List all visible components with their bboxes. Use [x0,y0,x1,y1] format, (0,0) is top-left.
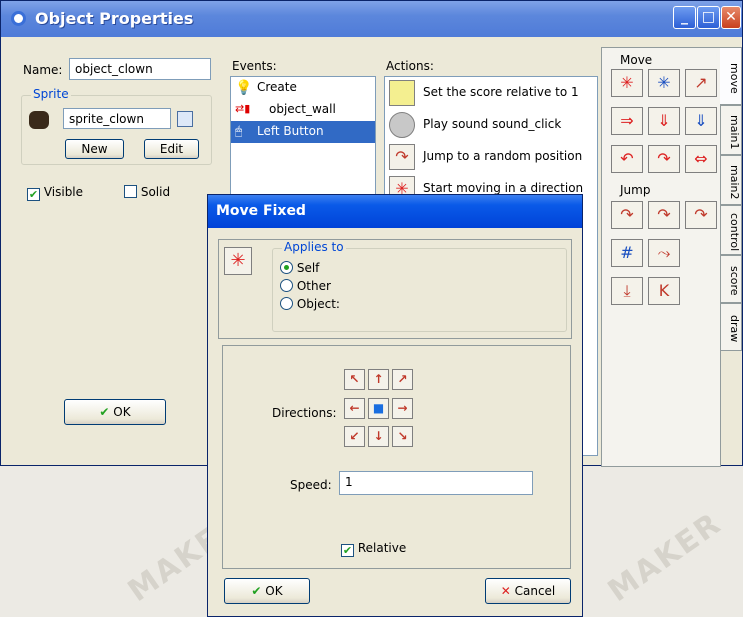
jump-random-icon: ↷ [389,144,415,170]
move-free-icon[interactable]: ✳ [648,69,680,97]
mouse-icon: 🖱 [235,124,243,138]
applies-other-radio[interactable]: Other [280,279,331,293]
move-fixed-icon[interactable]: ✳ [611,69,643,97]
bounce-icon[interactable]: K [648,277,680,305]
window-title: Object Properties [35,9,194,28]
dir-right-icon[interactable]: → [392,398,413,419]
dir-up-left-icon[interactable]: ↖ [344,369,365,390]
move-fixed-action-icon: ✳ [224,247,252,275]
sprite-menu-icon[interactable] [177,111,193,127]
directions-label: Directions: [272,406,337,420]
gravity-icon[interactable]: ⇓ [685,107,717,135]
window-titlebar[interactable]: Object Properties _ □ ✕ [1,1,742,37]
visible-checkbox[interactable]: ✔ Visible [27,185,83,201]
snap-grid-icon[interactable]: # [611,239,643,267]
jump-start-icon[interactable]: ↷ [648,201,680,229]
dialog-ok-check-icon: ✔ [251,584,262,598]
dir-stop-icon[interactable]: ■ [368,398,389,419]
dialog-ok-label: OK [265,584,283,598]
dir-down-icon[interactable]: ↓ [368,426,389,447]
reverse-vertical-icon[interactable]: ↷ [648,145,680,173]
event-left-button[interactable]: 🖱 Left Button [231,121,375,143]
dialog-title: Move Fixed [216,203,306,219]
dir-down-right-icon[interactable]: ↘ [392,426,413,447]
reverse-horizontal-icon[interactable]: ↶ [611,145,643,173]
palette-jump-label: Jump [618,183,653,197]
event-create[interactable]: 💡 Create [231,77,375,99]
jump-position-icon[interactable]: ↷ [611,201,643,229]
name-field[interactable]: object_clown [69,58,211,80]
events-header: Events: [232,59,277,73]
minimize-icon[interactable]: _ [673,6,696,29]
speaker-icon [389,112,415,138]
applies-object-radio[interactable]: Object: [280,297,340,311]
wrap-icon[interactable]: ⤳ [648,239,680,267]
radio-self-icon[interactable] [280,261,293,274]
dialog-cancel-label: Cancel [514,584,556,598]
radio-other-icon[interactable] [280,279,293,292]
visible-check-icon[interactable]: ✔ [27,188,40,201]
app-icon [11,11,26,26]
applies-to-label: Applies to [282,240,346,254]
dialog-cancel-button[interactable]: ✕ Cancel [485,578,571,604]
jump-random-palette-icon[interactable]: ↷ [685,201,717,229]
close-icon[interactable]: ✕ [721,6,741,29]
lightbulb-icon: 💡 [235,80,253,96]
dialog-ok-button[interactable]: ✔ OK [224,578,310,604]
palette-move-label: Move [618,53,655,67]
solid-check-icon[interactable] [124,185,137,198]
dir-up-icon[interactable]: ↑ [368,369,389,390]
name-label: Name: [23,63,63,77]
collision-icon: ⇄▮ [235,102,251,115]
friction-icon[interactable]: ⇔ [685,145,717,173]
sprite-group-title: Sprite [31,87,71,101]
speed-horizontal-icon[interactable]: ⇒ [611,107,643,135]
speed-vertical-icon[interactable]: ⇓ [648,107,680,135]
visible-label: Visible [43,185,84,199]
dialog-titlebar[interactable]: Move Fixed [208,195,582,228]
tab-control[interactable]: control [720,205,742,255]
ok-button[interactable]: ✔ OK [64,399,166,425]
dir-down-left-icon[interactable]: ↙ [344,426,365,447]
speed-field[interactable]: 1 [339,471,533,495]
actions-header: Actions: [386,59,434,73]
sprite-field[interactable]: sprite_clown [63,108,171,129]
relative-check-icon[interactable]: ✔ [341,544,354,557]
radio-object-icon[interactable] [280,297,293,310]
ok-check-icon: ✔ [99,405,110,419]
event-collision[interactable]: ⇄▮ object_wall [231,99,375,121]
tab-score[interactable]: score [720,255,742,303]
cancel-x-icon: ✕ [500,584,511,598]
speed-label: Speed: [290,478,332,492]
dir-left-icon[interactable]: ← [344,398,365,419]
action-set-score[interactable]: Set the score relative to 1 [385,77,597,109]
edit-sprite-button[interactable]: Edit [144,139,199,159]
maximize-icon[interactable]: □ [697,6,720,29]
score-icon [389,80,415,106]
tab-move[interactable]: move [720,47,742,105]
solid-label: Solid [140,185,171,199]
relative-label: Relative [357,541,407,555]
tab-main1[interactable]: main1 [720,105,742,155]
ok-button-label: OK [113,405,131,419]
move-towards-icon[interactable]: ↗ [685,69,717,97]
action-play-sound[interactable]: Play sound sound_click [385,109,597,141]
solid-checkbox[interactable]: Solid [124,185,170,199]
action-jump-random[interactable]: ↷ Jump to a random position [385,141,597,173]
move-contact-icon[interactable]: ⤓ [611,277,643,305]
new-sprite-button[interactable]: New [65,139,124,159]
tab-main2[interactable]: main2 [720,155,742,205]
applies-self-radio[interactable]: Self [280,261,319,275]
tab-draw[interactable]: draw [720,303,742,351]
dir-up-right-icon[interactable]: ↗ [392,369,413,390]
sprite-thumbnail-icon [29,111,49,129]
relative-checkbox[interactable]: ✔ Relative [341,541,406,557]
move-fixed-dialog: Move Fixed ✳ Applies to Self Other Objec… [207,194,583,617]
